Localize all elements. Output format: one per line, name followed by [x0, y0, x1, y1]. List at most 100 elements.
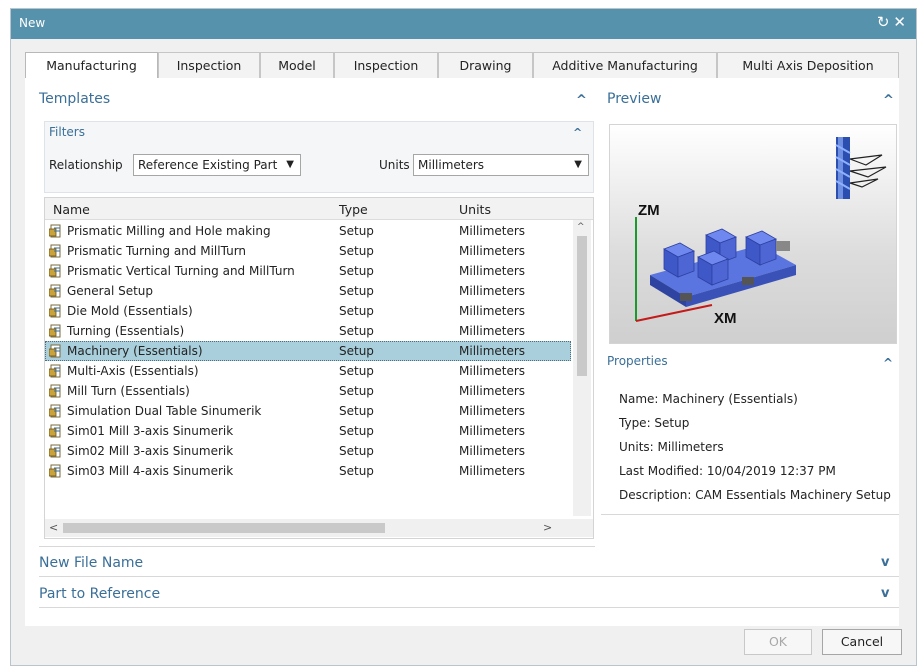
- filters-panel: Filters ^ Relationship Reference Existin…: [44, 121, 594, 193]
- row-units: Millimeters: [459, 424, 526, 438]
- scroll-left-icon[interactable]: <: [49, 521, 58, 534]
- properties-section-title: Properties: [607, 354, 668, 368]
- part-to-reference-section[interactable]: Part to Reference: [39, 586, 160, 602]
- cancel-button[interactable]: Cancel: [822, 629, 902, 655]
- table-row[interactable]: Prismatic Milling and Hole making Setup Mi…: [45, 221, 571, 241]
- units-select[interactable]: Millimeters ▼: [413, 154, 589, 176]
- template-file-icon: [49, 324, 61, 338]
- tab-model[interactable]: Model: [260, 52, 334, 78]
- units-value: Millimeters: [418, 158, 485, 172]
- row-name: Machinery (Essentials): [67, 344, 203, 358]
- row-units: Millimeters: [459, 444, 526, 458]
- row-type: Setup: [339, 244, 374, 258]
- templates-collapse-icon[interactable]: ^: [576, 93, 587, 108]
- preview-section-title: Preview: [607, 91, 662, 107]
- template-file-icon: [49, 284, 61, 298]
- chevron-down-icon: ▼: [574, 159, 582, 170]
- template-file-icon: [49, 444, 61, 458]
- table-row[interactable]: Sim03 Mill 4-axis Sinumerik Setup Millimet…: [45, 461, 571, 481]
- scroll-up-icon[interactable]: ^: [577, 222, 585, 232]
- row-name: Turning (Essentials): [67, 324, 185, 338]
- template-file-icon: [49, 264, 61, 278]
- tab-drawing[interactable]: Drawing: [438, 52, 533, 78]
- row-units: Millimeters: [459, 264, 526, 278]
- row-type: Setup: [339, 284, 374, 298]
- tab-inspection[interactable]: Inspection: [158, 52, 260, 78]
- window-title: New: [19, 16, 46, 30]
- new-file-name-expand-icon[interactable]: v: [881, 555, 889, 570]
- row-type: Setup: [339, 464, 374, 478]
- scroll-right-icon[interactable]: >: [543, 521, 552, 534]
- row-name: Prismatic Turning and MillTurn: [67, 244, 247, 258]
- filters-title: Filters: [49, 125, 85, 139]
- row-units: Millimeters: [459, 284, 526, 298]
- horizontal-scrollbar[interactable]: < >: [45, 519, 593, 537]
- row-units: Millimeters: [459, 324, 526, 338]
- table-row[interactable]: Die Mold (Essentials) Setup Millimeters: [45, 301, 571, 321]
- property-last-modified: Last Modified: 10/04/2019 12:37 PM: [619, 464, 836, 478]
- ok-button[interactable]: OK: [744, 629, 812, 655]
- row-type: Setup: [339, 364, 374, 378]
- property-type: Type: Setup: [619, 416, 690, 430]
- divider: [601, 514, 899, 515]
- row-name: Die Mold (Essentials): [67, 304, 193, 318]
- vertical-scroll-thumb[interactable]: [577, 236, 587, 376]
- row-units: Millimeters: [459, 304, 526, 318]
- row-name: Multi-Axis (Essentials): [67, 364, 199, 378]
- property-units: Units: Millimeters: [619, 440, 724, 454]
- row-name: Simulation Dual Table Sinumerik: [67, 404, 262, 418]
- template-file-icon: [49, 224, 61, 238]
- title-bar: New ↻✕: [11, 9, 916, 39]
- column-header-units[interactable]: Units: [459, 202, 491, 217]
- template-file-icon: [49, 364, 61, 378]
- axis-label-xm: XM: [714, 310, 737, 327]
- units-label: Units: [379, 158, 410, 172]
- template-file-icon: [49, 404, 61, 418]
- table-header: Name Type Units: [45, 198, 593, 220]
- row-type: Setup: [339, 384, 374, 398]
- horizontal-scroll-thumb[interactable]: [63, 523, 385, 533]
- table-row[interactable]: Machinery (Essentials) Setup Millimeters: [45, 341, 571, 361]
- row-units: Millimeters: [459, 244, 526, 258]
- table-row[interactable]: Prismatic Vertical Turning and MillTurn S…: [45, 261, 571, 281]
- template-file-icon: [49, 244, 61, 258]
- tab-inspection-2[interactable]: Inspection: [334, 52, 438, 78]
- row-name: Sim03 Mill 4-axis Sinumerik: [67, 464, 234, 478]
- column-header-name[interactable]: Name: [53, 202, 90, 217]
- tab-additive-manufacturing[interactable]: Additive Manufacturing: [533, 52, 717, 78]
- new-file-name-section[interactable]: New File Name: [39, 555, 143, 571]
- table-row[interactable]: Mill Turn (Essentials) Setup Millimeters: [45, 381, 571, 401]
- properties-collapse-icon[interactable]: ^: [883, 356, 893, 370]
- filters-collapse-icon[interactable]: ^: [573, 126, 582, 139]
- vertical-scrollbar[interactable]: ^: [573, 220, 591, 516]
- tab-manufacturing[interactable]: Manufacturing: [25, 52, 158, 79]
- row-units: Millimeters: [459, 364, 526, 378]
- templates-table: Name Type Units Prismatic Milling and Ho…: [44, 197, 594, 539]
- chevron-down-icon: ▼: [286, 159, 294, 170]
- column-header-type[interactable]: Type: [339, 202, 368, 217]
- close-icon[interactable]: ✕: [893, 13, 910, 31]
- row-name: General Setup: [67, 284, 154, 298]
- row-units: Millimeters: [459, 224, 526, 238]
- relationship-select[interactable]: Reference Existing Part ▼: [133, 154, 301, 176]
- row-units: Millimeters: [459, 464, 526, 478]
- table-row[interactable]: Sim01 Mill 3-axis Sinumerik Setup Millimet…: [45, 421, 571, 441]
- row-units: Millimeters: [459, 404, 526, 418]
- preview-collapse-icon[interactable]: ^: [883, 93, 894, 108]
- table-row[interactable]: Multi-Axis (Essentials) Setup Millimeters: [45, 361, 571, 381]
- table-row[interactable]: Prismatic Turning and MillTurn Setup Milli…: [45, 241, 571, 261]
- table-row[interactable]: Sim02 Mill 3-axis Sinumerik Setup Millimet…: [45, 441, 571, 461]
- row-type: Setup: [339, 304, 374, 318]
- table-row[interactable]: Turning (Essentials) Setup Millimeters: [45, 321, 571, 341]
- table-row[interactable]: General Setup Setup Millimeters: [45, 281, 571, 301]
- part-to-reference-expand-icon[interactable]: v: [881, 586, 889, 601]
- divider: [39, 607, 899, 608]
- reset-icon[interactable]: ↻: [877, 13, 894, 31]
- template-file-icon: [49, 384, 61, 398]
- template-file-icon: [49, 464, 61, 478]
- row-units: Millimeters: [459, 344, 526, 358]
- table-row[interactable]: Simulation Dual Table Sinumerik Setup Mill…: [45, 401, 571, 421]
- tab-multi-axis-deposition[interactable]: Multi Axis Deposition: [717, 52, 899, 78]
- property-name: Name: Machinery (Essentials): [619, 392, 798, 406]
- divider: [39, 546, 595, 547]
